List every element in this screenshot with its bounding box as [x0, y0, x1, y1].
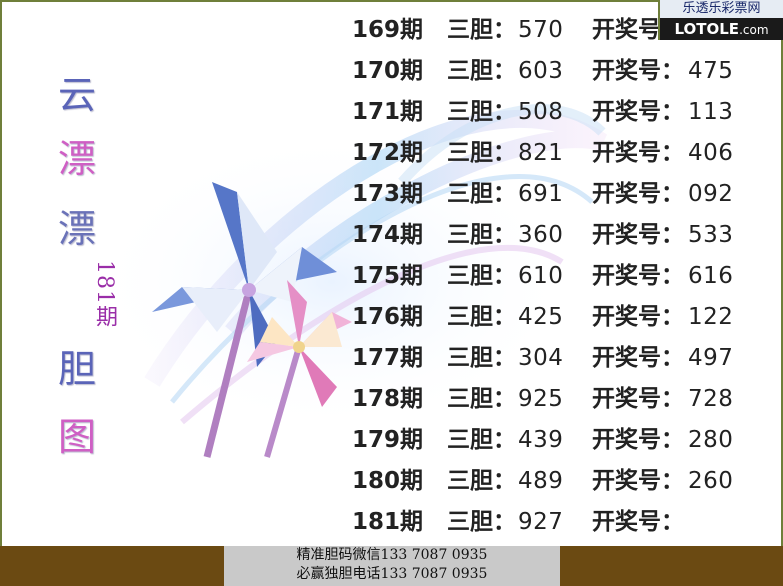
dan-label: 三胆： — [447, 304, 516, 330]
dan-label: 三胆： — [447, 509, 516, 535]
logo-domain: .com — [739, 23, 769, 37]
period-label: 173期 — [352, 181, 424, 207]
win-value: 092 — [688, 181, 734, 207]
win-value: 280 — [688, 427, 734, 453]
title-char: 漂 — [57, 137, 96, 181]
footer-line-phone: 必赢独胆电话133 7087 0935 — [296, 566, 488, 582]
poster-frame: 云 漂 漂 胆 图 181期 169期 三胆： 570 开奖号： 170期 三胆… — [0, 0, 783, 548]
dan-value: 570 — [518, 17, 564, 43]
period-label: 171期 — [352, 99, 424, 125]
win-value: 406 — [688, 140, 734, 166]
dan-label: 三胆： — [447, 99, 516, 125]
title-char: 图 — [57, 415, 96, 459]
dan-label: 三胆： — [447, 17, 516, 43]
dan-label: 三胆： — [447, 468, 516, 494]
win-value: 616 — [688, 263, 734, 289]
dan-value: 610 — [518, 263, 564, 289]
period-label: 170期 — [352, 58, 424, 84]
win-value: 728 — [688, 386, 734, 412]
win-value: 260 — [688, 468, 734, 494]
win-label: 开奖号： — [592, 468, 684, 494]
win-label: 开奖号： — [592, 263, 684, 289]
win-value: 113 — [688, 99, 734, 125]
win-label: 开奖号： — [592, 222, 684, 248]
dan-value: 425 — [518, 304, 564, 330]
dan-value: 508 — [518, 99, 564, 125]
dan-label: 三胆： — [447, 181, 516, 207]
period-label: 179期 — [352, 427, 424, 453]
period-label: 178期 — [352, 386, 424, 412]
win-label: 开奖号： — [592, 140, 684, 166]
period-label: 180期 — [352, 468, 424, 494]
dan-value: 821 — [518, 140, 564, 166]
win-value: 497 — [688, 345, 734, 371]
title-char: 漂 — [57, 207, 96, 251]
period-label: 181期 — [352, 509, 424, 535]
dan-value: 691 — [518, 181, 564, 207]
win-label: 开奖号： — [592, 386, 684, 412]
dan-value: 603 — [518, 58, 564, 84]
period-label: 174期 — [352, 222, 424, 248]
dan-value: 360 — [518, 222, 564, 248]
win-label: 开奖号： — [592, 345, 684, 371]
period-label: 172期 — [352, 140, 424, 166]
period-label: 177期 — [352, 345, 424, 371]
dan-value: 304 — [518, 345, 564, 371]
dan-label: 三胆： — [447, 263, 516, 289]
dan-value: 489 — [518, 468, 564, 494]
period-label: 176期 — [352, 304, 424, 330]
dan-label: 三胆： — [447, 386, 516, 412]
logo-brand: LOTOLE — [674, 20, 740, 38]
win-label: 开奖号： — [592, 427, 684, 453]
win-value: 475 — [688, 58, 734, 84]
dan-value: 925 — [518, 386, 564, 412]
logo-english-text: LOTOLE.com — [660, 18, 783, 40]
dan-label: 三胆： — [447, 58, 516, 84]
period-label: 175期 — [352, 263, 424, 289]
title-char: 云 — [57, 73, 96, 117]
win-value: 122 — [688, 304, 734, 330]
dan-value: 439 — [518, 427, 564, 453]
contact-footer: 精准胆码微信133 7087 0935 必赢独胆电话133 7087 0935 — [224, 546, 560, 586]
dan-label: 三胆： — [447, 222, 516, 248]
win-value: 533 — [688, 222, 734, 248]
title-char: 胆 — [57, 347, 96, 391]
period-label: 169期 — [352, 17, 424, 43]
dan-label: 三胆： — [447, 427, 516, 453]
footer-line-wechat: 精准胆码微信133 7087 0935 — [296, 547, 488, 563]
dan-value: 927 — [518, 509, 564, 535]
win-label: 开奖号： — [592, 99, 684, 125]
win-label: 开奖号： — [592, 181, 684, 207]
dan-label: 三胆： — [447, 140, 516, 166]
issue-tag: 181期 — [92, 260, 117, 328]
win-label: 开奖号： — [592, 58, 684, 84]
win-label: 开奖号： — [592, 304, 684, 330]
logo-chinese-text: 乐透乐彩票网 — [660, 0, 783, 18]
site-logo[interactable]: 乐透乐彩票网 LOTOLE.com — [658, 0, 783, 40]
dan-label: 三胆： — [447, 345, 516, 371]
win-label: 开奖号： — [592, 509, 684, 535]
